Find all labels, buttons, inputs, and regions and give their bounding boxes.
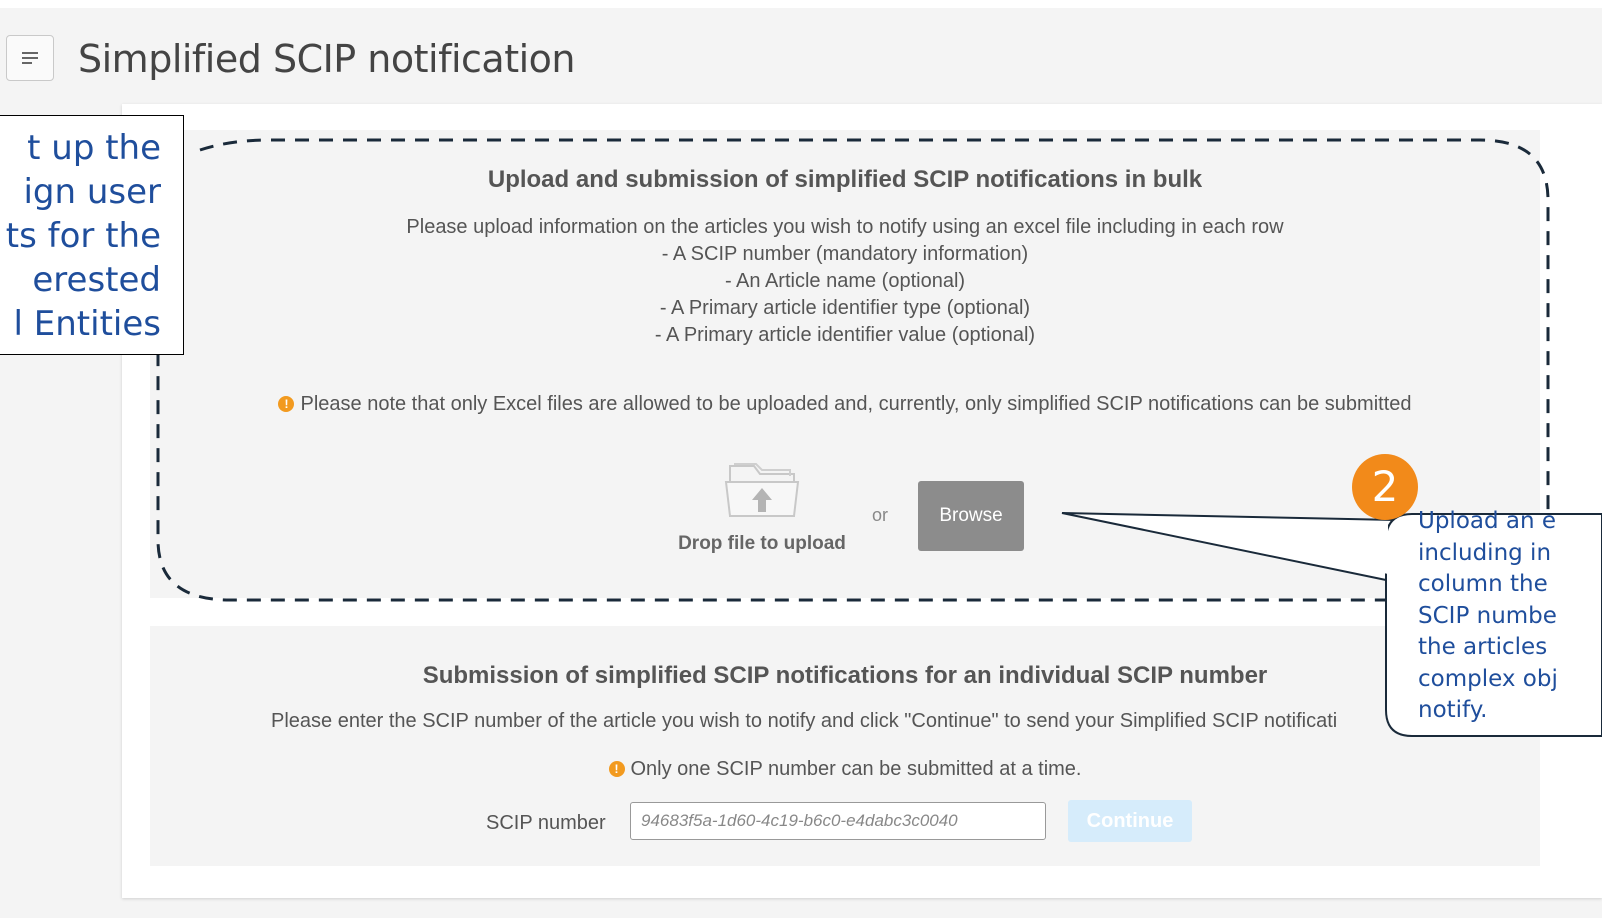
callout-pointer-mask [1160, 522, 1388, 574]
callout-line: Upload an e [1418, 508, 1557, 534]
step-number-badge: 2 [1352, 454, 1418, 520]
callout-line: notify. [1418, 697, 1488, 723]
callout-line: complex obj [1418, 665, 1558, 692]
left-note-line: l Entities [13, 304, 161, 344]
callout-line: SCIP numbe [1418, 602, 1557, 629]
left-note-line: t up the [27, 128, 161, 168]
annotation-overlay [156, 138, 1602, 737]
left-annotation-note: t up the ign user ts for the erested l E… [0, 115, 184, 355]
callout-text: Upload an e including in column the SCIP… [1418, 506, 1602, 727]
callout-line: column the [1418, 571, 1548, 597]
left-note-line: erested [32, 260, 161, 300]
callout-line: the articles [1418, 634, 1548, 660]
left-note-line: ts for the [5, 216, 161, 256]
left-note-line: ign user [23, 172, 161, 212]
callout-line: including in [1418, 539, 1552, 566]
